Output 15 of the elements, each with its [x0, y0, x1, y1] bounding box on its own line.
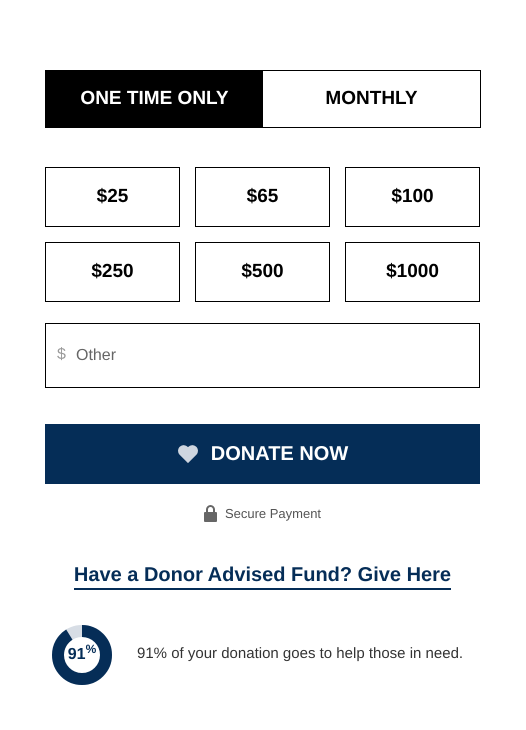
currency-prefix: $ — [57, 345, 66, 365]
amount-button[interactable]: $500 — [195, 242, 330, 302]
secure-payment-note: Secure Payment — [224, 505, 322, 523]
amount-button[interactable]: $1000 — [345, 242, 480, 302]
amount-button[interactable]: $100 — [345, 167, 480, 227]
lock-icon — [204, 505, 217, 522]
amount-button[interactable]: $25 — [45, 167, 180, 227]
amount-button[interactable]: $65 — [195, 167, 330, 227]
impact-statement: 91% of your donation goes to help those in need. — [137, 644, 464, 664]
donut-percentage: 91$^{%}$ — [66, 640, 98, 664]
amount-button[interactable]: $250 — [45, 242, 180, 302]
donate-button[interactable]: DONATE NOW — [45, 424, 480, 484]
donor-advised-fund-link[interactable]: Have a Donor Advised Fund? Give Here — [74, 562, 452, 590]
frequency-tab[interactable]: ONE TIME ONLY — [46, 71, 263, 127]
heart-icon — [176, 444, 199, 464]
